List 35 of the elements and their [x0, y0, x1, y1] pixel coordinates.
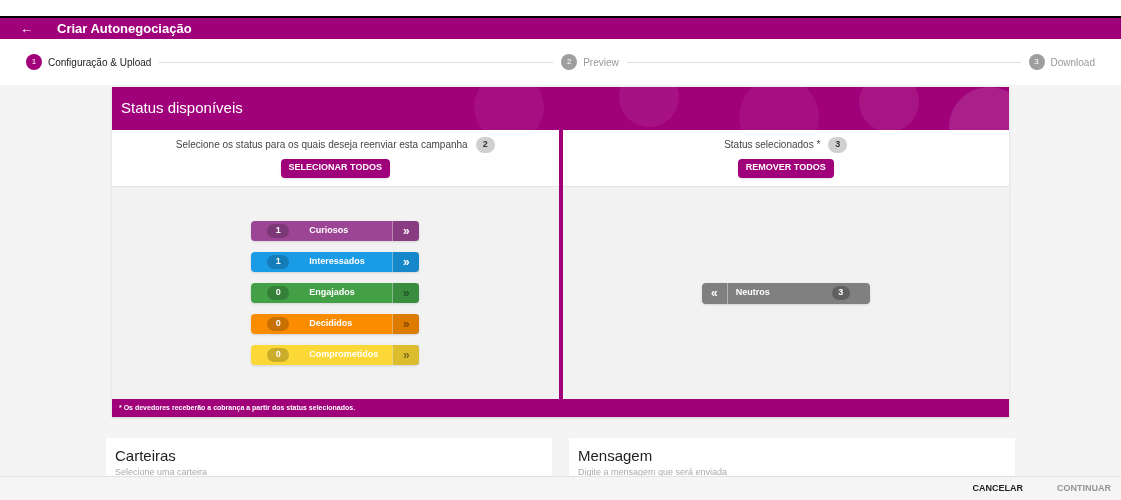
step-label: Download: [1050, 55, 1095, 70]
move-right-button[interactable]: »: [392, 221, 420, 241]
status-label: Interessados: [309, 255, 366, 269]
status-label: Neutros: [735, 286, 771, 300]
step-label: Preview: [583, 55, 619, 70]
step-number: 2: [561, 54, 578, 70]
section-hint: Selecione uma carteira: [115, 465, 209, 479]
move-right-button[interactable]: »: [392, 252, 420, 272]
status-label: Decididos: [309, 317, 354, 331]
count-badge: 3: [831, 286, 850, 300]
step-number: 3: [1028, 54, 1045, 70]
card-title: Status disponíveis: [121, 98, 243, 119]
count-badge: 0: [267, 286, 290, 300]
section-hint: Digite a mensagem que será enviada: [578, 465, 729, 479]
bulk-action-button[interactable]: SELECIONAR TODOS: [280, 158, 390, 178]
count-badge: 0: [267, 348, 290, 362]
column-prompt: Selecione os status para os quais deseja reenviar esta campanha: [175, 138, 468, 153]
move-left-button[interactable]: «: [701, 282, 728, 304]
count-badge: 1: [267, 224, 290, 238]
count-badge: 0: [267, 317, 290, 331]
column-prompt: Status selecionados *: [724, 138, 821, 153]
count-badge: 1: [267, 255, 290, 269]
status-label: Comprometidos: [309, 348, 380, 362]
bulk-action-button[interactable]: REMOVER TODOS: [737, 158, 834, 178]
app-title: Criar Autonegociação: [57, 19, 192, 38]
section-title: Carteiras: [115, 447, 177, 466]
status-label: Engajados: [309, 286, 356, 300]
footer-button[interactable]: CANCELAR: [972, 481, 1023, 496]
count-badge: 2: [475, 137, 495, 153]
back-button[interactable]: ←: [20, 22, 33, 35]
step-label: Configuração & Upload: [48, 55, 152, 70]
section-title: Mensagem: [578, 447, 654, 466]
count-badge: 3: [828, 137, 848, 153]
status-label: Curiosos: [309, 224, 350, 238]
step-number: 1: [26, 54, 42, 70]
